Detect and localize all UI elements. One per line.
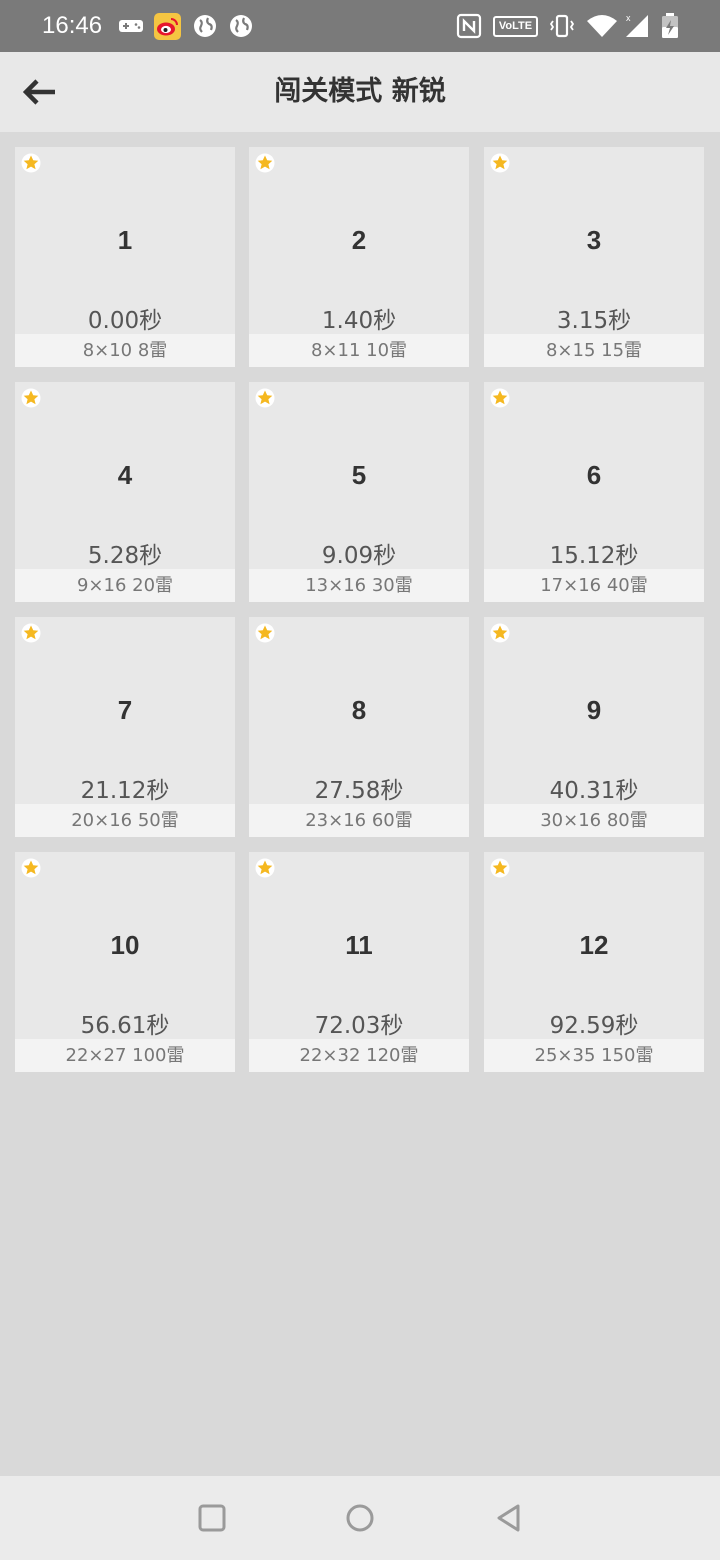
level-card-7[interactable]: 7 21.12秒 20×16 50雷 — [15, 617, 235, 837]
recents-button[interactable] — [192, 1498, 232, 1538]
weibo-icon — [154, 13, 181, 40]
level-best-time: 92.59秒 — [549, 1013, 639, 1039]
level-number: 2 — [351, 225, 367, 255]
home-circle-icon — [346, 1504, 374, 1532]
navigation-bar — [0, 1476, 720, 1560]
signal-icon: x — [626, 13, 648, 37]
level-number: 4 — [117, 460, 133, 490]
gamepad-icon — [119, 20, 143, 32]
star-icon — [255, 858, 275, 878]
vibrate-icon — [549, 14, 575, 38]
svg-text:x: x — [626, 13, 631, 23]
level-board-info: 9×16 20雷 — [15, 569, 235, 602]
level-card-2[interactable]: 2 1.40秒 8×11 10雷 — [249, 147, 469, 367]
level-number: 11 — [345, 930, 373, 960]
level-best-time: 27.58秒 — [314, 778, 404, 804]
star-icon — [255, 388, 275, 408]
arrow-left-icon — [23, 79, 55, 105]
status-bar: 16:46 VoLTE x — [0, 0, 720, 52]
level-number: 10 — [110, 930, 140, 960]
level-best-time: 0.00秒 — [87, 308, 163, 334]
star-icon — [21, 153, 41, 173]
back-nav-button[interactable] — [488, 1498, 528, 1538]
level-board-info: 22×27 100雷 — [15, 1039, 235, 1072]
level-card-9[interactable]: 9 40.31秒 30×16 80雷 — [484, 617, 704, 837]
status-time: 16:46 — [42, 12, 103, 39]
level-card-12[interactable]: 12 92.59秒 25×35 150雷 — [484, 852, 704, 1072]
level-best-time: 5.28秒 — [87, 543, 163, 569]
star-icon — [255, 623, 275, 643]
level-board-info: 17×16 40雷 — [484, 569, 704, 602]
star-icon — [490, 153, 510, 173]
level-number: 1 — [117, 225, 133, 255]
level-card-10[interactable]: 10 56.61秒 22×27 100雷 — [15, 852, 235, 1072]
level-number: 5 — [351, 460, 367, 490]
level-card-1[interactable]: 1 0.00秒 8×10 8雷 — [15, 147, 235, 367]
level-number: 12 — [579, 930, 609, 960]
level-card-5[interactable]: 5 9.09秒 13×16 30雷 — [249, 382, 469, 602]
level-card-8[interactable]: 8 27.58秒 23×16 60雷 — [249, 617, 469, 837]
level-best-time: 40.31秒 — [549, 778, 639, 804]
level-board-info: 13×16 30雷 — [249, 569, 469, 602]
level-number: 6 — [586, 460, 602, 490]
level-board-info: 30×16 80雷 — [484, 804, 704, 837]
back-triangle-icon — [497, 1504, 520, 1532]
star-icon — [21, 388, 41, 408]
nfc-icon — [456, 13, 482, 39]
star-icon — [255, 153, 275, 173]
star-icon — [21, 623, 41, 643]
level-number: 3 — [586, 225, 602, 255]
star-icon — [490, 858, 510, 878]
battery-icon — [662, 13, 678, 38]
level-best-time: 3.15秒 — [556, 308, 632, 334]
star-icon — [490, 623, 510, 643]
level-board-info: 22×32 120雷 — [249, 1039, 469, 1072]
star-icon — [490, 388, 510, 408]
level-number: 9 — [586, 695, 602, 725]
level-board-info: 25×35 150雷 — [484, 1039, 704, 1072]
level-board-info: 23×16 60雷 — [249, 804, 469, 837]
level-card-11[interactable]: 11 72.03秒 22×32 120雷 — [249, 852, 469, 1072]
wifi-icon — [587, 15, 617, 37]
level-best-time: 1.40秒 — [321, 308, 397, 334]
recents-square-icon — [198, 1504, 226, 1532]
back-button[interactable] — [14, 66, 66, 118]
globe-icon — [230, 15, 252, 37]
level-best-time: 72.03秒 — [314, 1013, 404, 1039]
star-icon — [21, 858, 41, 878]
level-board-info: 8×10 8雷 — [15, 334, 235, 367]
page-title: 闯关模式 新锐 — [0, 52, 720, 132]
globe-icon — [194, 15, 216, 37]
level-card-4[interactable]: 4 5.28秒 9×16 20雷 — [15, 382, 235, 602]
page-title-text: 闯关模式 新锐 — [274, 76, 446, 107]
home-button[interactable] — [340, 1498, 380, 1538]
level-best-time: 15.12秒 — [549, 543, 639, 569]
level-card-6[interactable]: 6 15.12秒 17×16 40雷 — [484, 382, 704, 602]
level-number: 8 — [351, 695, 367, 725]
level-best-time: 9.09秒 — [321, 543, 397, 569]
level-best-time: 56.61秒 — [80, 1013, 170, 1039]
level-number: 7 — [117, 695, 133, 725]
level-best-time: 21.12秒 — [80, 778, 170, 804]
app-bar: 闯关模式 新锐 — [0, 52, 720, 132]
level-card-3[interactable]: 3 3.15秒 8×15 15雷 — [484, 147, 704, 367]
volte-icon: VoLTE — [493, 16, 538, 37]
level-board-info: 8×11 10雷 — [249, 334, 469, 367]
level-board-info: 20×16 50雷 — [15, 804, 235, 837]
level-board-info: 8×15 15雷 — [484, 334, 704, 367]
